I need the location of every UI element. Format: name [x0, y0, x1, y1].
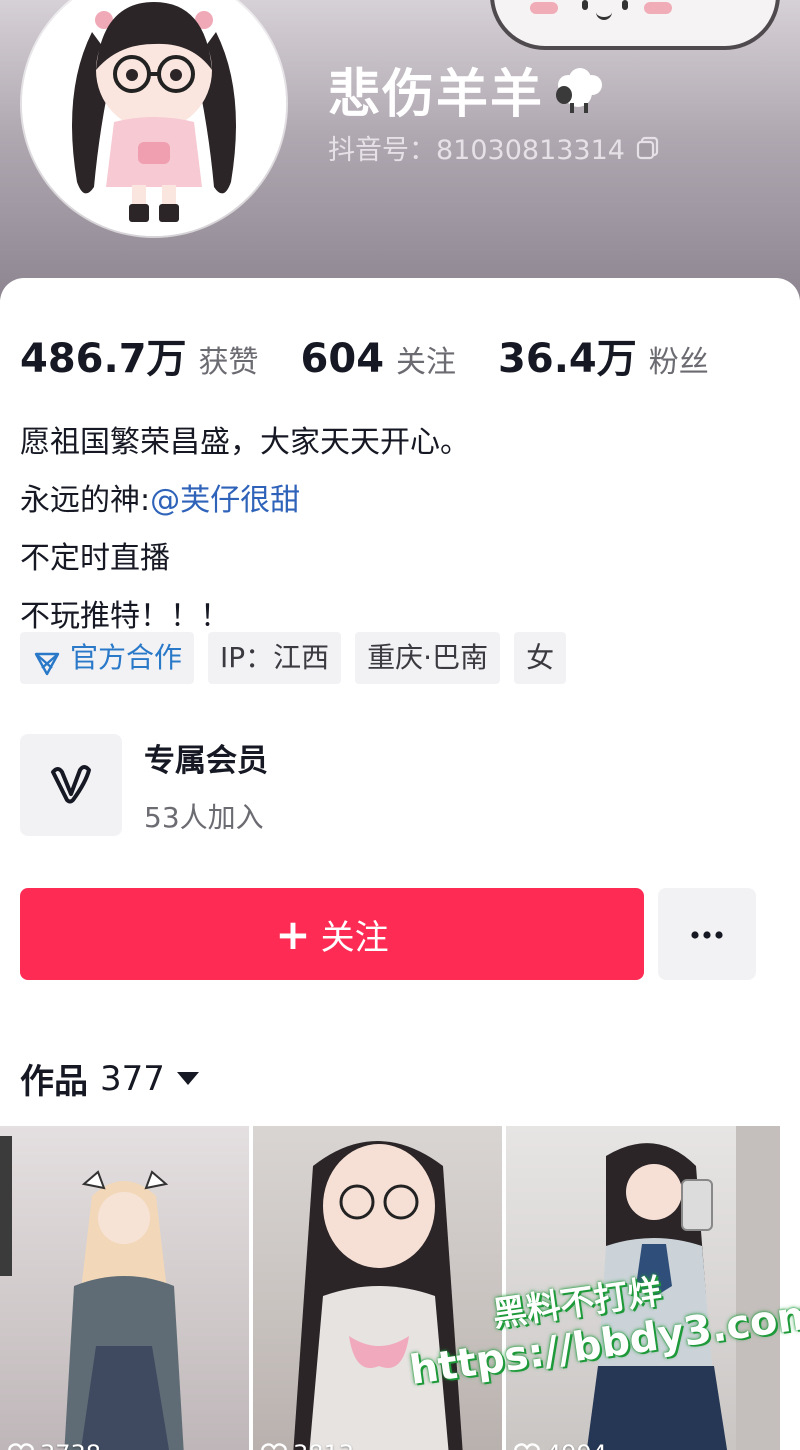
member-text: 专属会员 53人加入: [144, 735, 268, 836]
bio-line-2-prefix: 永远的神:: [20, 483, 151, 518]
follow-button[interactable]: + 关注: [20, 888, 644, 980]
profile-bio: 愿祖国繁荣昌盛，大家天天开心。 永远的神:@芙仔很甜 不定时直播 不玩推特！！！: [20, 414, 470, 646]
stat-following[interactable]: 604 关注: [301, 336, 457, 382]
banner-cartoon-decoration: [490, 0, 780, 50]
heart-icon: [8, 1442, 34, 1450]
douyin-id-text: 抖音号：81030813314: [328, 135, 625, 166]
video-thumbnail-image: [0, 1136, 184, 1450]
member-v-icon: [46, 758, 96, 812]
bio-mention-link[interactable]: @芙仔很甜: [150, 483, 300, 518]
video-likes: 3813: [261, 1440, 354, 1450]
profile-stats: 486.7万 获赞 604 关注 36.4万 粉丝: [20, 326, 751, 384]
video-thumbnail-image: [293, 1141, 463, 1450]
video-thumbnail[interactable]: 3813: [253, 1126, 502, 1450]
bio-line-3: 不定时直播: [20, 541, 170, 576]
member-logo: [20, 734, 122, 836]
video-likes-count: 3738: [40, 1440, 101, 1450]
tag-location[interactable]: 重庆·巴南: [355, 632, 501, 684]
stat-following-label: 关注: [396, 345, 457, 380]
avatar[interactable]: [22, 0, 286, 236]
profile-nickname: 悲伤羊羊: [328, 52, 606, 127]
video-thumbnail[interactable]: 3738: [0, 1126, 249, 1450]
tag-official-cooperation[interactable]: 官方合作: [20, 632, 195, 684]
copy-icon[interactable]: [635, 135, 661, 161]
plus-icon: +: [275, 909, 311, 959]
caret-down-icon: [176, 1072, 199, 1085]
tag-official-label: 官方合作: [70, 641, 183, 674]
stat-likes-label: 获赞: [198, 345, 259, 380]
profile-tags: 官方合作 IP：江西 重庆·巴南 女: [20, 632, 580, 684]
stat-likes-value: 486.7万: [20, 336, 187, 382]
works-tab[interactable]: 作品 377: [20, 1054, 199, 1103]
video-likes: 4994: [514, 1440, 607, 1450]
tag-gender: 女: [514, 632, 567, 684]
profile-header-banner: 悲伤羊羊 抖音号：81030813314: [0, 0, 800, 300]
video-likes-count: 3813: [293, 1440, 354, 1450]
member-title: 专属会员: [144, 742, 268, 779]
stat-following-value: 604: [300, 336, 385, 382]
nickname-text: 悲伤羊羊: [328, 65, 545, 125]
stat-followers-label: 粉丝: [648, 345, 709, 380]
video-likes: 3738: [8, 1440, 101, 1450]
stat-followers-value: 36.4万: [498, 336, 637, 382]
works-label: 作品: [20, 1062, 88, 1102]
member-subtitle: 53人加入: [144, 800, 264, 834]
heart-icon: [261, 1442, 287, 1450]
exclusive-membership[interactable]: 专属会员 53人加入: [20, 734, 268, 836]
follow-button-label: 关注: [320, 917, 389, 958]
official-cooperation-icon: [32, 643, 62, 676]
bio-line-2: 永远的神:@芙仔很甜: [20, 472, 470, 530]
stat-followers[interactable]: 36.4万 粉丝: [498, 326, 709, 384]
more-options-button[interactable]: [658, 888, 756, 980]
heart-icon: [514, 1442, 540, 1450]
douyin-id: 抖音号：81030813314: [328, 128, 661, 167]
video-likes-count: 4994: [546, 1440, 607, 1450]
stat-likes[interactable]: 486.7万 获赞: [20, 326, 259, 384]
bio-line-1: 愿祖国繁荣昌盛，大家天天开心。: [20, 425, 470, 460]
more-dots-icon: [687, 925, 727, 944]
sheep-icon: [550, 65, 606, 115]
works-count: 377: [100, 1058, 165, 1099]
tag-ip-location: IP：江西: [208, 632, 342, 684]
